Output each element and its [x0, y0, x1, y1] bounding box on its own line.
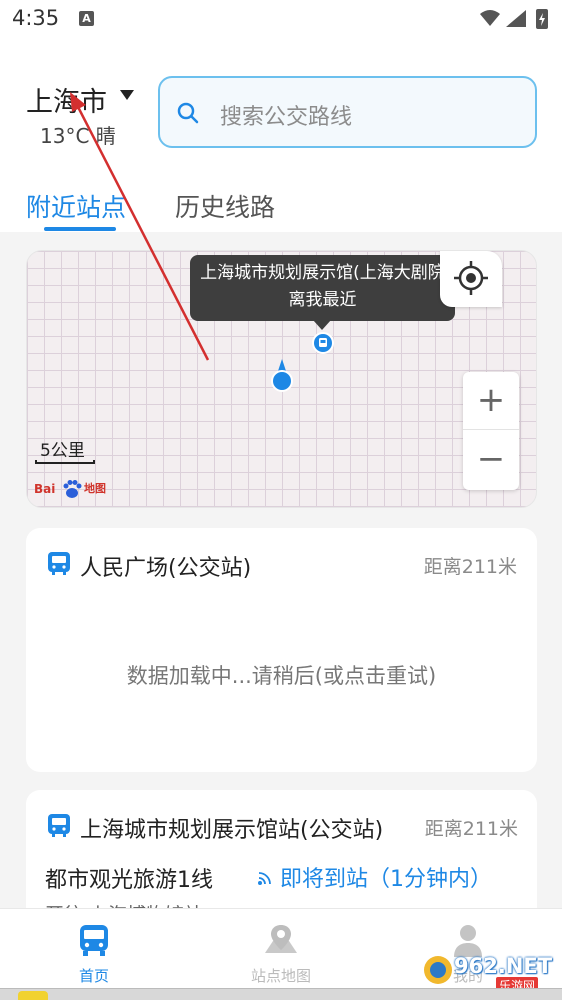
loading-retry-message[interactable]: 数据加载中...请稍后(或点击重试) [26, 660, 537, 690]
taskbar-app-icon[interactable] [18, 991, 48, 1000]
tab-history-routes[interactable]: 历史线路 [175, 188, 275, 224]
map-scale-bar [35, 460, 95, 464]
wifi-status-icon [480, 10, 500, 26]
signal-icon [506, 10, 526, 27]
taskbar [0, 988, 562, 1000]
station-name: 人民广场(公交站) [80, 556, 252, 581]
tooltip-station-name: 上海城市规划展示馆(上海大剧院 [200, 263, 445, 283]
station-distance: 距离211米 [424, 818, 518, 840]
bus-stop-marker-icon[interactable] [312, 332, 334, 354]
bus-stop-icon [48, 814, 70, 837]
site-watermark: 962.NET 乐游网 [422, 952, 558, 994]
header: 上海市 13°C 晴 搜索公交路线 附近站点 历史线路 [0, 40, 562, 232]
baidu-map-logo: Bai 地图 [34, 475, 114, 503]
search-input[interactable]: 搜索公交路线 [220, 99, 352, 131]
route-name[interactable]: 都市观光旅游1线 [45, 862, 213, 894]
nearest-station-tooltip[interactable]: 上海城市规划展示馆(上海大剧院 离我最近 [190, 255, 455, 321]
bus-stop-icon [48, 552, 70, 575]
active-tab-indicator [44, 227, 116, 231]
arrival-status: 即将到站（1分钟内） [280, 867, 492, 892]
locate-button[interactable] [440, 251, 502, 307]
weather-label: 13°C 晴 [40, 124, 116, 148]
tooltip-arrow [313, 320, 331, 330]
status-time: 4:35 [12, 6, 60, 30]
search-icon [177, 102, 199, 124]
watermark-logo-icon [424, 956, 452, 984]
map-view[interactable]: 上海城市规划展示馆(上海大剧院 离我最近 + − 5公里 Bai 地图 [26, 250, 537, 508]
city-selector[interactable]: 上海市 [26, 80, 107, 119]
map-pin-icon [265, 925, 297, 953]
nav-station-map[interactable]: 站点地图 [221, 909, 341, 989]
station-name: 上海城市规划展示馆站(公交站) [80, 818, 384, 843]
tab-nearby-stations[interactable]: 附近站点 [26, 188, 126, 224]
station-card[interactable]: 人民广场(公交站) 距离211米 数据加载中...请稍后(或点击重试) [26, 528, 537, 772]
status-bar: 4:35 A [0, 0, 562, 40]
bus-icon [80, 925, 108, 956]
notification-icon: A [79, 11, 94, 26]
nav-home[interactable]: 首页 [34, 909, 154, 989]
caret-down-icon[interactable] [120, 90, 134, 100]
search-box[interactable]: 搜索公交路线 [158, 76, 537, 148]
baidu-paw-icon [63, 480, 82, 498]
crosshair-icon [454, 261, 488, 295]
station-distance: 距离211米 [423, 556, 517, 578]
zoom-controls: + − [463, 372, 519, 490]
zoom-in-button[interactable]: + [463, 372, 519, 430]
zoom-out-button[interactable]: − [463, 431, 519, 489]
tooltip-subtitle: 离我最近 [288, 290, 357, 310]
map-scale-label: 5公里 [40, 441, 85, 461]
nav-label: 首页 [78, 967, 109, 985]
current-location-icon [271, 359, 293, 392]
status-icons [480, 9, 548, 29]
realtime-signal-icon [258, 872, 271, 885]
nav-label: 站点地图 [250, 967, 311, 985]
